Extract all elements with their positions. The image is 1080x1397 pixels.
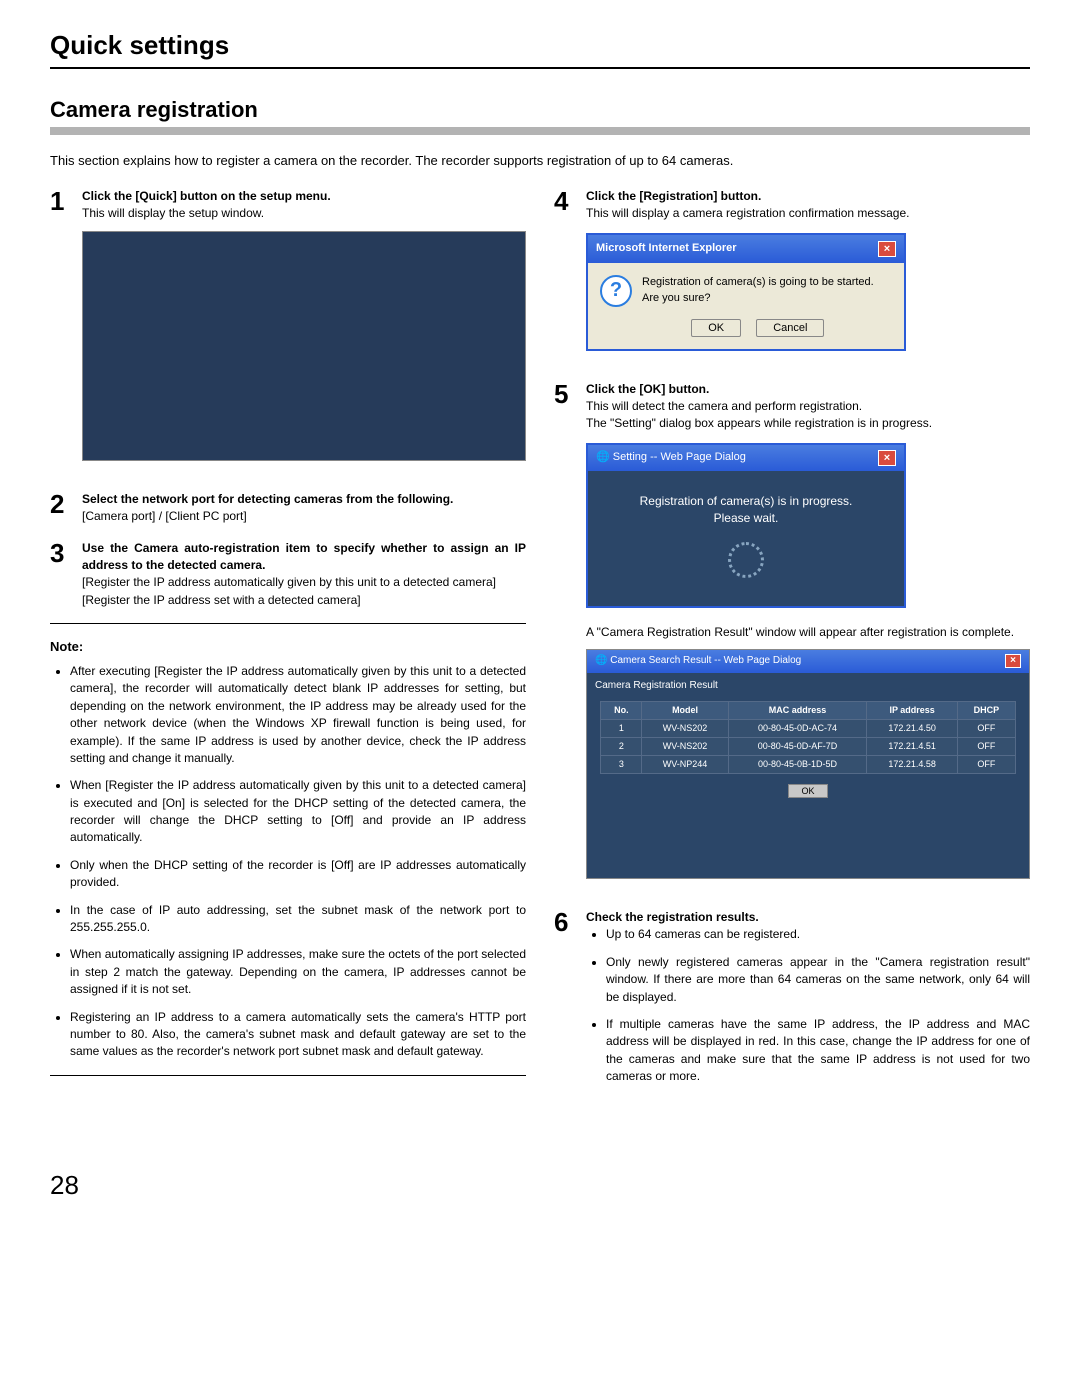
step-5: 5 Click the [OK] button. This will detec… bbox=[554, 381, 1030, 895]
step-5-text3: A "Camera Registration Result" window wi… bbox=[586, 625, 1014, 639]
dialog-message: Registration of camera(s) is going to be… bbox=[642, 275, 874, 291]
section-title: Camera registration bbox=[50, 97, 1030, 135]
note-item: When automatically assigning IP addresse… bbox=[70, 946, 526, 998]
step-number: 5 bbox=[554, 381, 576, 895]
dialog-message: Are you sure? bbox=[642, 291, 874, 307]
step-number: 2 bbox=[50, 491, 72, 526]
intro-text: This section explains how to register a … bbox=[50, 153, 1030, 168]
close-icon[interactable]: × bbox=[1005, 654, 1021, 668]
step-6-list: Up to 64 cameras can be registered. Only… bbox=[586, 926, 1030, 1085]
cancel-button[interactable]: Cancel bbox=[756, 319, 824, 337]
step-number: 4 bbox=[554, 188, 576, 367]
step-5-heading: Click the [OK] button. bbox=[586, 382, 709, 396]
result-window: 🌐 Camera Search Result -- Web Page Dialo… bbox=[586, 649, 1030, 879]
progress-message: Registration of camera(s) is in progress… bbox=[598, 493, 894, 510]
list-item: Up to 64 cameras can be registered. bbox=[606, 926, 1030, 943]
table-header: IP address bbox=[867, 702, 958, 720]
step-4-heading: Click the [Registration] button. bbox=[586, 189, 761, 203]
close-icon[interactable]: × bbox=[878, 450, 896, 466]
left-column: 1 Click the [Quick] button on the setup … bbox=[50, 188, 526, 1110]
step-2-text: [Camera port] / [Client PC port] bbox=[82, 509, 247, 523]
note-item: In the case of IP auto addressing, set t… bbox=[70, 902, 526, 937]
note-item: After executing [Register the IP address… bbox=[70, 663, 526, 767]
table-header: MAC address bbox=[728, 702, 867, 720]
note-list: After executing [Register the IP address… bbox=[50, 663, 526, 1061]
step-1: 1 Click the [Quick] button on the setup … bbox=[50, 188, 526, 477]
table-row: 1 WV-NS202 00-80-45-0D-AC-74 172.21.4.50… bbox=[601, 720, 1015, 738]
step-4: 4 Click the [Registration] button. This … bbox=[554, 188, 1030, 367]
spinner-icon bbox=[728, 542, 764, 578]
step-number: 1 bbox=[50, 188, 72, 477]
step-number: 3 bbox=[50, 540, 72, 610]
table-header: Model bbox=[642, 702, 728, 720]
title-separator bbox=[50, 67, 1030, 69]
table-row: 2 WV-NS202 00-80-45-0D-AF-7D 172.21.4.51… bbox=[601, 738, 1015, 756]
note-separator-bottom bbox=[50, 1075, 526, 1076]
ok-button[interactable]: OK bbox=[691, 319, 741, 337]
step-3-text2: [Register the IP address set with a dete… bbox=[82, 593, 361, 607]
dialog-title: 🌐 Setting -- Web Page Dialog bbox=[596, 450, 746, 466]
list-item: If multiple cameras have the same IP add… bbox=[606, 1016, 1030, 1086]
note-heading: Note: bbox=[50, 638, 526, 657]
table-row: 3 WV-NP244 00-80-45-0B-1D-5D 172.21.4.58… bbox=[601, 756, 1015, 774]
table-header: No. bbox=[601, 702, 642, 720]
step-1-text: This will display the setup window. bbox=[82, 206, 264, 220]
step-3-heading: Use the Camera auto-registration item to… bbox=[82, 541, 526, 572]
step-number: 6 bbox=[554, 909, 576, 1096]
step-4-text: This will display a camera registration … bbox=[586, 206, 909, 220]
step-6: 6 Check the registration results. Up to … bbox=[554, 909, 1030, 1096]
step-3: 3 Use the Camera auto-registration item … bbox=[50, 540, 526, 610]
step-5-text2: The "Setting" dialog box appears while r… bbox=[586, 416, 932, 430]
dialog-title: Microsoft Internet Explorer bbox=[596, 241, 737, 257]
page-number: 28 bbox=[50, 1170, 1030, 1201]
progress-dialog: 🌐 Setting -- Web Page Dialog × Registrat… bbox=[586, 443, 906, 608]
result-subtitle: Camera Registration Result bbox=[587, 673, 1029, 698]
setup-window-screenshot bbox=[82, 231, 526, 461]
page-title: Quick settings bbox=[50, 30, 1030, 61]
note-separator-top bbox=[50, 623, 526, 624]
result-title: 🌐 Camera Search Result -- Web Page Dialo… bbox=[595, 654, 801, 669]
note-item: Registering an IP address to a camera au… bbox=[70, 1009, 526, 1061]
confirmation-dialog: Microsoft Internet Explorer × ? Registra… bbox=[586, 233, 906, 351]
right-column: 4 Click the [Registration] button. This … bbox=[554, 188, 1030, 1110]
progress-message: Please wait. bbox=[598, 510, 894, 527]
note-item: When [Register the IP address automatica… bbox=[70, 777, 526, 847]
list-item: Only newly registered cameras appear in … bbox=[606, 954, 1030, 1006]
ok-button[interactable]: OK bbox=[788, 784, 827, 798]
step-6-heading: Check the registration results. bbox=[586, 910, 759, 924]
question-icon: ? bbox=[600, 275, 632, 307]
step-2: 2 Select the network port for detecting … bbox=[50, 491, 526, 526]
result-table: No. Model MAC address IP address DHCP 1 … bbox=[600, 701, 1015, 774]
step-5-text1: This will detect the camera and perform … bbox=[586, 399, 862, 413]
step-3-text1: [Register the IP address automatically g… bbox=[82, 575, 496, 589]
table-header: DHCP bbox=[957, 702, 1015, 720]
step-1-heading: Click the [Quick] button on the setup me… bbox=[82, 189, 331, 203]
step-2-heading: Select the network port for detecting ca… bbox=[82, 492, 453, 506]
note-item: Only when the DHCP setting of the record… bbox=[70, 857, 526, 892]
close-icon[interactable]: × bbox=[878, 241, 896, 257]
